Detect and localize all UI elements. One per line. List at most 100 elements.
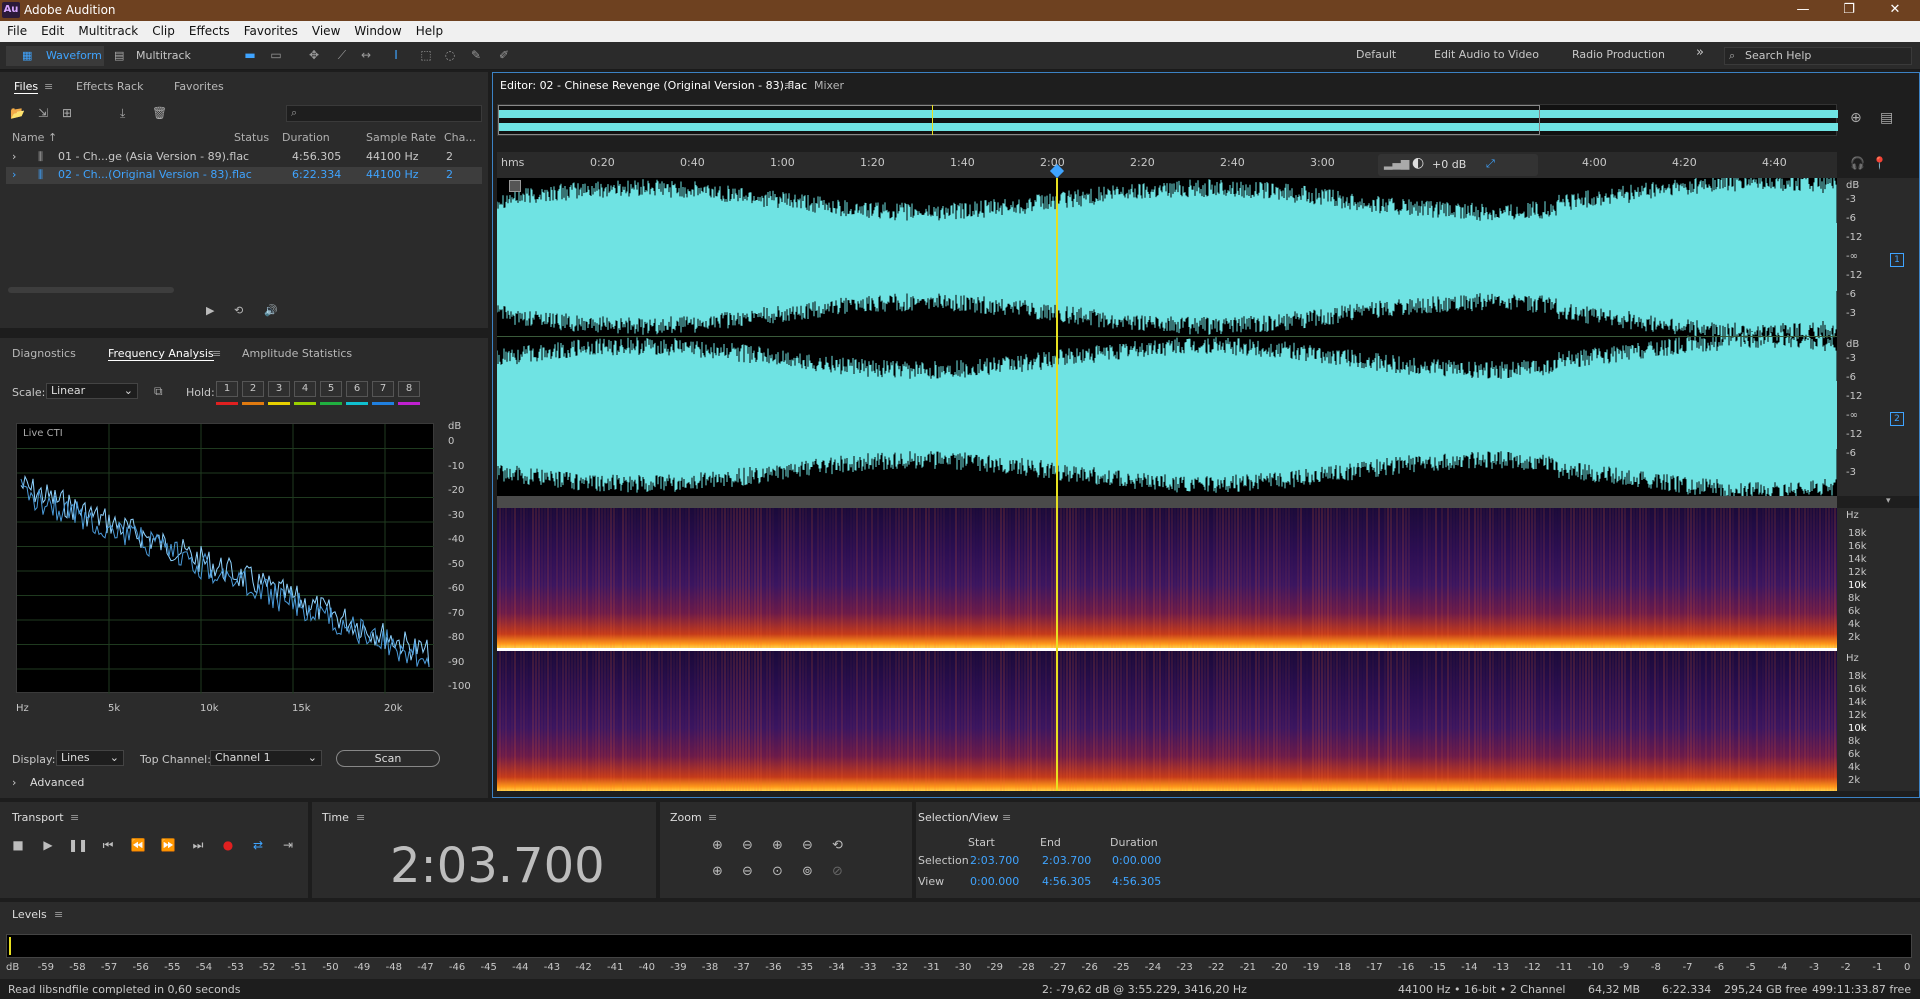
search-help-input[interactable]: ⌕ Search Help (1724, 47, 1912, 65)
selection-view-menu-icon[interactable]: ≡ (1002, 811, 1011, 824)
fast-forward-button[interactable]: ⏩ (158, 836, 178, 854)
hold-button-2[interactable]: 2 (242, 381, 264, 397)
skip-end-button[interactable]: ⏭ (188, 836, 208, 854)
table-row-selected[interactable]: › ⫼ 02 - Ch...(Original Version - 83).fl… (6, 167, 482, 184)
view-end[interactable]: 4:56.305 (1042, 875, 1091, 888)
transport-menu-icon[interactable]: ≡ (70, 811, 79, 824)
workspace-default[interactable]: Default (1356, 48, 1396, 61)
close-window-button[interactable]: ✕ (1872, 0, 1918, 21)
tab-effects-rack[interactable]: Effects Rack (76, 80, 143, 93)
pin-hud-icon[interactable]: ⤢ (1486, 157, 1495, 171)
hold-button-3[interactable]: 3 (268, 381, 290, 397)
col-name[interactable]: Name ↑ (12, 131, 57, 144)
multitrack-mode-button[interactable]: ▤ Multitrack (112, 46, 202, 66)
zoom-menu-icon[interactable]: ≡ (708, 811, 717, 824)
workspace-edit-audio-to-video[interactable]: Edit Audio to Video (1434, 48, 1539, 61)
selection-duration[interactable]: 0:00.000 (1112, 854, 1161, 867)
view-start[interactable]: 0:00.000 (970, 875, 1019, 888)
hold-button-4[interactable]: 4 (294, 381, 316, 397)
menu-multitrack[interactable]: Multitrack (71, 21, 145, 42)
zoom-out-amplitude-icon[interactable]: ⊖ (742, 838, 753, 853)
zoom-out-full-icon[interactable]: ⟲ (832, 838, 843, 853)
lasso-tool-icon[interactable]: ◌ (442, 48, 458, 62)
workspace-radio-production[interactable]: Radio Production (1572, 48, 1665, 61)
zoom-in-time-icon[interactable]: ⊕ (772, 838, 783, 853)
editor-menu-icon[interactable]: ≡ (784, 79, 793, 92)
menu-effects[interactable]: Effects (182, 21, 237, 42)
hold-button-8[interactable]: 8 (398, 381, 420, 397)
zoom-in-left-icon[interactable]: ⊕ (712, 864, 723, 879)
open-file-icon[interactable]: 📂 (10, 106, 25, 120)
tab-favorites[interactable]: Favorites (174, 80, 224, 93)
import-file-icon[interactable]: ⇲ (38, 106, 48, 120)
new-file-icon[interactable]: ⊞ (62, 106, 72, 120)
pause-button[interactable]: ❚❚ (68, 836, 88, 854)
play-button[interactable]: ▶ (38, 836, 58, 854)
overview-navigator[interactable] (497, 104, 1838, 136)
files-horizontal-scrollbar[interactable] (8, 287, 174, 293)
hold-button-6[interactable]: 6 (346, 381, 368, 397)
hud-volume[interactable]: ▂▄▆ ◐ +0 dB ⤢ (1378, 154, 1538, 176)
view-duration[interactable]: 4:56.305 (1112, 875, 1161, 888)
hold-button-5[interactable]: 5 (320, 381, 342, 397)
link-icon[interactable]: ⧉ (154, 384, 163, 399)
advanced-toggle[interactable]: Advanced (30, 776, 84, 789)
col-sample-rate[interactable]: Sample Rate (366, 131, 436, 144)
auto-play-icon[interactable]: 🔊 (264, 304, 278, 317)
spectral-frequency-icon[interactable]: ▬ (242, 48, 258, 62)
move-tool-icon[interactable]: ✥ (306, 48, 322, 62)
slip-tool-icon[interactable]: ↔ (358, 48, 374, 62)
files-search-input[interactable]: ⌕ (286, 105, 482, 122)
files-menu-icon[interactable]: ≡ (44, 80, 53, 93)
menu-help[interactable]: Help (409, 21, 450, 42)
overview-view-range[interactable] (498, 105, 1540, 135)
razor-tool-icon[interactable]: ⟋ (334, 48, 350, 62)
selection-end[interactable]: 2:03.700 (1042, 854, 1091, 867)
delete-file-icon[interactable]: 🗑 (152, 106, 167, 120)
wave-options-icon[interactable] (509, 180, 521, 192)
marker-pin-icon[interactable]: 📍 (1872, 156, 1887, 170)
skip-button[interactable]: ⇥ (278, 836, 298, 854)
zoom-selection-icon[interactable]: ⊙ (772, 864, 783, 879)
display-dropdown[interactable]: Lines ⌄ (56, 750, 124, 766)
zoom-to-selection-icon[interactable]: ⊚ (802, 864, 813, 879)
menu-edit[interactable]: Edit (34, 21, 71, 42)
insert-into-multitrack-icon[interactable]: ⤓ (120, 106, 125, 121)
hold-button-7[interactable]: 7 (372, 381, 394, 397)
hold-button-1[interactable]: 1 (216, 381, 238, 397)
top-channel-dropdown[interactable]: Channel 1 ⌄ (210, 750, 322, 766)
maximize-button[interactable]: ❐ (1826, 0, 1872, 21)
rewind-button[interactable]: ⏪ (128, 836, 148, 854)
headphone-icon[interactable]: 🎧 (1850, 156, 1865, 170)
col-duration[interactable]: Duration (282, 131, 330, 144)
zoom-in-right-icon[interactable]: ⊖ (742, 864, 753, 879)
marquee-tool-icon[interactable]: ⬚ (418, 48, 434, 62)
menu-clip[interactable]: Clip (145, 21, 182, 42)
analysis-menu-icon[interactable]: ≡ (212, 347, 221, 360)
tab-mixer[interactable]: Mixer (814, 79, 844, 92)
time-menu-icon[interactable]: ≡ (356, 811, 365, 824)
spot-healing-icon[interactable]: ✐ (496, 48, 512, 62)
more-workspaces-button[interactable]: » (1696, 45, 1704, 60)
menu-file[interactable]: File (0, 21, 34, 42)
menu-favorites[interactable]: Favorites (237, 21, 305, 42)
record-button[interactable]: ● (218, 836, 238, 854)
channel-2-toggle[interactable]: 2 (1890, 412, 1904, 426)
scan-button[interactable]: Scan (336, 750, 440, 767)
zoom-spectral-icon[interactable]: ⊘ (832, 864, 843, 879)
zoom-navigator-icon[interactable]: ⊕ (1850, 110, 1862, 126)
zoom-in-amplitude-icon[interactable]: ⊕ (712, 838, 723, 853)
expand-chevron-icon[interactable]: › (12, 168, 16, 181)
minimize-button[interactable]: — (1780, 0, 1826, 21)
levels-menu-icon[interactable]: ≡ (54, 908, 63, 921)
time-selection-tool-icon[interactable]: I (388, 48, 404, 62)
overview-options-icon[interactable]: ▤ (1880, 110, 1893, 126)
waveform-display[interactable] (497, 178, 1837, 496)
col-channels[interactable]: Cha... (444, 131, 476, 144)
channel-1-toggle[interactable]: 1 (1890, 253, 1904, 267)
menu-window[interactable]: Window (347, 21, 408, 42)
zoom-out-time-icon[interactable]: ⊖ (802, 838, 813, 853)
tab-editor[interactable]: Editor: 02 - Chinese Revenge (Original V… (500, 79, 807, 92)
rewind-start-button[interactable]: ⏮ (98, 836, 118, 854)
volume-knob-icon[interactable]: ◐ (1412, 155, 1424, 171)
